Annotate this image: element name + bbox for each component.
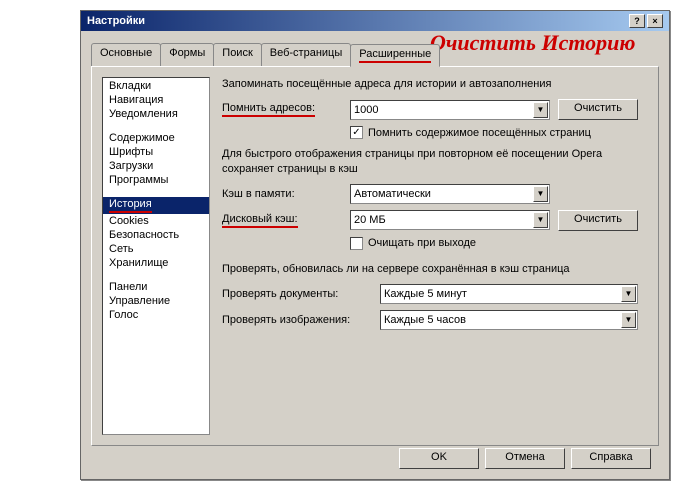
disk-cache-label: Дисковый кэш: <box>222 213 298 228</box>
titlebar-buttons: ? × <box>629 14 663 28</box>
clear-cache-button[interactable]: Очистить <box>558 210 638 231</box>
chevron-down-icon: ▼ <box>533 212 548 228</box>
window-title: Настройки <box>87 15 145 27</box>
sidebar: Вкладки Навигация Уведомления Содержимое… <box>102 77 210 435</box>
sidebar-item-voice[interactable]: Голос <box>103 308 209 322</box>
sidebar-item-programs[interactable]: Программы <box>103 173 209 187</box>
sidebar-item-content[interactable]: Содержимое <box>103 131 209 145</box>
sidebar-item-history[interactable]: История <box>103 197 209 214</box>
sidebar-item-security[interactable]: Безопасность <box>103 228 209 242</box>
chevron-down-icon: ▼ <box>621 312 636 328</box>
clear-history-button[interactable]: Очистить <box>558 99 638 120</box>
check-imgs-select[interactable]: Каждые 5 часов ▼ <box>380 310 638 330</box>
tab-webpages[interactable]: Веб-страницы <box>261 43 352 66</box>
remember-desc: Запоминать посещённые адреса для истории… <box>222 77 648 91</box>
sidebar-item-downloads[interactable]: Загрузки <box>103 159 209 173</box>
sidebar-item-management[interactable]: Управление <box>103 294 209 308</box>
mem-cache-select[interactable]: Автоматически ▼ <box>350 184 550 204</box>
remember-content-checkbox[interactable]: ✓ Помнить содержимое посещённых страниц <box>350 126 591 139</box>
tab-forms[interactable]: Формы <box>160 43 214 66</box>
content-area: Запоминать посещённые адреса для истории… <box>222 77 648 435</box>
checkbox-icon <box>350 237 363 250</box>
remember-addresses-label: Помнить адресов: <box>222 102 315 117</box>
cache-desc: Для быстрого отображения страницы при по… <box>222 147 648 176</box>
check-docs-label: Проверять документы: <box>222 288 372 300</box>
close-button[interactable]: × <box>647 14 663 28</box>
sidebar-item-notifications[interactable]: Уведомления <box>103 107 209 121</box>
sidebar-item-storage[interactable]: Хранилище <box>103 256 209 270</box>
chevron-down-icon: ▼ <box>533 102 548 118</box>
panel: Вкладки Навигация Уведомления Содержимое… <box>91 66 659 446</box>
mem-cache-label: Кэш в памяти: <box>222 188 342 200</box>
help-button[interactable]: Справка <box>571 448 651 469</box>
ok-button[interactable]: OK <box>399 448 479 469</box>
titlebar: Настройки ? × <box>81 11 669 31</box>
clear-on-exit-checkbox[interactable]: Очищать при выходе <box>350 237 476 250</box>
disk-cache-select[interactable]: 20 МБ ▼ <box>350 210 550 230</box>
settings-window: Настройки ? × Основные Формы Поиск Веб-с… <box>80 10 670 480</box>
dialog-buttons: OK Отмена Справка <box>399 448 651 469</box>
tab-search[interactable]: Поиск <box>213 43 261 66</box>
remember-addresses-select[interactable]: 1000 ▼ <box>350 100 550 120</box>
chevron-down-icon: ▼ <box>621 286 636 302</box>
sidebar-item-network[interactable]: Сеть <box>103 242 209 256</box>
sidebar-item-cookies[interactable]: Cookies <box>103 214 209 228</box>
check-imgs-label: Проверять изображения: <box>222 314 372 326</box>
sidebar-item-tabs[interactable]: Вкладки <box>103 79 209 93</box>
tab-advanced[interactable]: Расширенные <box>350 44 440 67</box>
help-button[interactable]: ? <box>629 14 645 28</box>
sidebar-item-panels[interactable]: Панели <box>103 280 209 294</box>
tab-strip: Основные Формы Поиск Веб-страницы Расшир… <box>91 43 659 66</box>
chevron-down-icon: ▼ <box>533 186 548 202</box>
sidebar-item-navigation[interactable]: Навигация <box>103 93 209 107</box>
sidebar-item-fonts[interactable]: Шрифты <box>103 145 209 159</box>
checkbox-icon: ✓ <box>350 126 363 139</box>
cancel-button[interactable]: Отмена <box>485 448 565 469</box>
check-desc: Проверять, обновилась ли на сервере сохр… <box>222 262 648 276</box>
tab-main[interactable]: Основные <box>91 43 161 66</box>
check-docs-select[interactable]: Каждые 5 минут ▼ <box>380 284 638 304</box>
